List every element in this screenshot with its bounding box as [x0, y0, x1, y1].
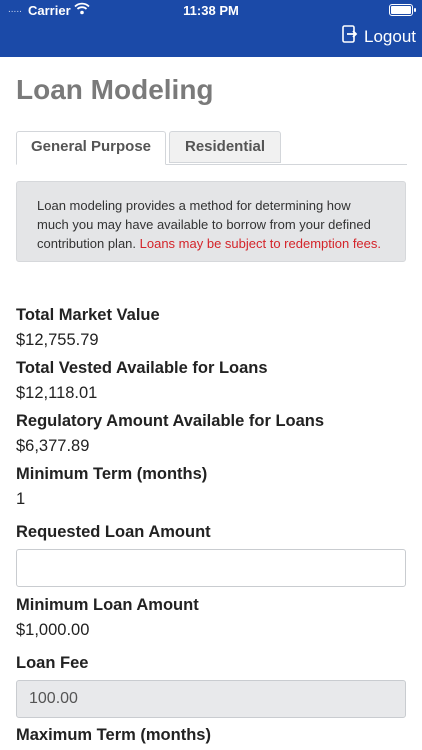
- logout-icon: [342, 25, 358, 48]
- total-vested-label: Total Vested Available for Loans: [16, 359, 268, 377]
- logout-label: Logout: [364, 26, 416, 46]
- battery-icon: [389, 4, 416, 16]
- requested-loan-amount-label: Requested Loan Amount: [16, 523, 211, 541]
- tab-general-purpose[interactable]: General Purpose: [16, 131, 166, 165]
- minimum-term-value: 1: [16, 490, 26, 508]
- minimum-loan-amount-label: Minimum Loan Amount: [16, 596, 199, 614]
- page-title: Loan Modeling: [16, 74, 214, 105]
- minimum-loan-amount-value: $1,000.00: [16, 621, 90, 639]
- total-market-value: $12,755.79: [16, 331, 99, 349]
- loan-type-tabs: General Purpose Residential: [16, 131, 407, 165]
- regulatory-amount-value: $6,377.89: [16, 437, 90, 455]
- logout-button[interactable]: Logout: [342, 25, 416, 48]
- tab-residential[interactable]: Residential: [169, 131, 281, 163]
- requested-loan-amount-input[interactable]: [16, 549, 406, 587]
- status-bar: ..... Carrier 11:38 PM: [0, 0, 422, 22]
- total-market-value-label: Total Market Value: [16, 306, 160, 324]
- status-time: 11:38 PM: [183, 3, 239, 18]
- total-vested-value: $12,118.01: [16, 384, 98, 402]
- regulatory-amount-label: Regulatory Amount Available for Loans: [16, 412, 325, 430]
- app-header: ..... Carrier 11:38 PM Logout: [0, 0, 422, 57]
- maximum-term-label: Maximum Term (months): [16, 726, 211, 744]
- minimum-term-label: Minimum Term (months): [16, 465, 208, 483]
- loan-fee-label: Loan Fee: [16, 654, 89, 672]
- loan-fee-field: [16, 680, 406, 718]
- info-alert: Loan modeling provides a method for dete…: [16, 181, 406, 262]
- redemption-fee-warning: Loans may be subject to redemption fees.: [139, 236, 382, 251]
